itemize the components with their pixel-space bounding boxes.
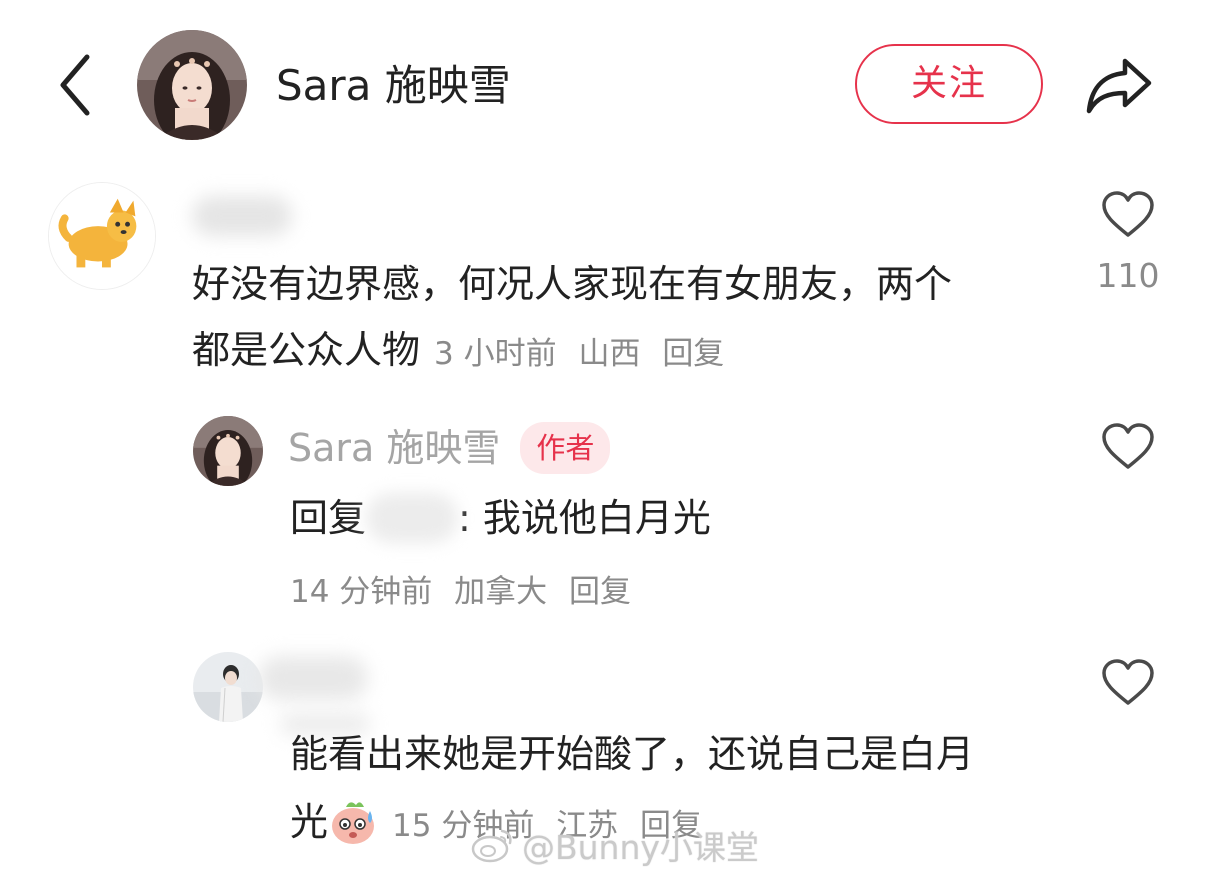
back-button[interactable] xyxy=(48,50,102,120)
blurred-mention xyxy=(366,493,459,543)
like-button[interactable] xyxy=(1098,418,1158,474)
reply-button[interactable]: 回复 xyxy=(569,574,631,610)
follow-button[interactable]: 关注 xyxy=(855,44,1043,124)
page-title-username[interactable]: Sara 施映雪 xyxy=(276,58,511,114)
author-avatar[interactable] xyxy=(137,30,247,140)
comment-last-line: 都是公众人物 3 小时前 山西 回复 xyxy=(192,312,736,388)
comment-screen: Sara 施映雪 关注 好没有边界感，何况人家现在有女朋友，两个 都是公众人物 … xyxy=(0,0,1206,876)
like-button[interactable] xyxy=(1098,654,1158,710)
reply-meta: 14 分钟前 加拿大 回复 xyxy=(290,566,643,611)
reply-author-row: Sara 施映雪 作者 xyxy=(288,422,611,474)
share-button[interactable] xyxy=(1082,50,1156,120)
user-avatar-image xyxy=(193,652,263,722)
reply-prefix: 回复 xyxy=(290,496,367,540)
dog-avatar-image xyxy=(49,183,155,289)
reply-location: 加拿大 xyxy=(454,574,548,610)
heart-outline-icon xyxy=(1102,191,1154,237)
like-button[interactable] xyxy=(1098,186,1158,242)
author-avatar-image xyxy=(193,416,263,486)
watermark-text: @Bunny小课堂 xyxy=(522,828,759,867)
sweat-face-emoji-icon xyxy=(328,797,378,847)
commenter-avatar[interactable] xyxy=(48,182,156,290)
reply-button[interactable]: 回复 xyxy=(662,336,724,372)
reply-text: 回复 : 我说他白月光 xyxy=(290,480,711,556)
weibo-logo-icon xyxy=(471,829,512,863)
heart-outline-icon xyxy=(1102,423,1154,469)
reply-author-name[interactable]: Sara 施映雪 xyxy=(288,422,500,474)
chevron-left-icon xyxy=(60,54,90,116)
reply-text-line: 能看出来她是开始酸了，还说自己是白月 xyxy=(290,732,975,776)
comment-time: 3 小时前 xyxy=(434,335,557,372)
like-count: 110 xyxy=(1096,256,1160,295)
comment-text-line: 好没有边界感，何况人家现在有女朋友，两个 xyxy=(192,262,953,306)
reply-author-avatar[interactable] xyxy=(193,416,263,486)
blurred-username xyxy=(192,196,292,236)
comment-text-line: 都是公众人物 xyxy=(192,328,421,372)
reply-user-avatar[interactable] xyxy=(193,652,263,722)
author-badge: 作者 xyxy=(520,422,611,474)
reply-time: 14 分钟前 xyxy=(290,574,433,610)
watermark: @Bunny小课堂 xyxy=(470,820,759,870)
reply-body: : 我说他白月光 xyxy=(458,496,711,540)
comment-location: 山西 xyxy=(578,335,641,372)
reply-text-line: 光 xyxy=(290,800,329,844)
share-arrow-icon xyxy=(1086,58,1152,114)
author-avatar-image xyxy=(137,30,247,140)
blurred-username xyxy=(258,656,368,700)
heart-outline-icon xyxy=(1102,659,1154,705)
comment-meta: 3 小时前 山西 回复 xyxy=(434,328,736,373)
